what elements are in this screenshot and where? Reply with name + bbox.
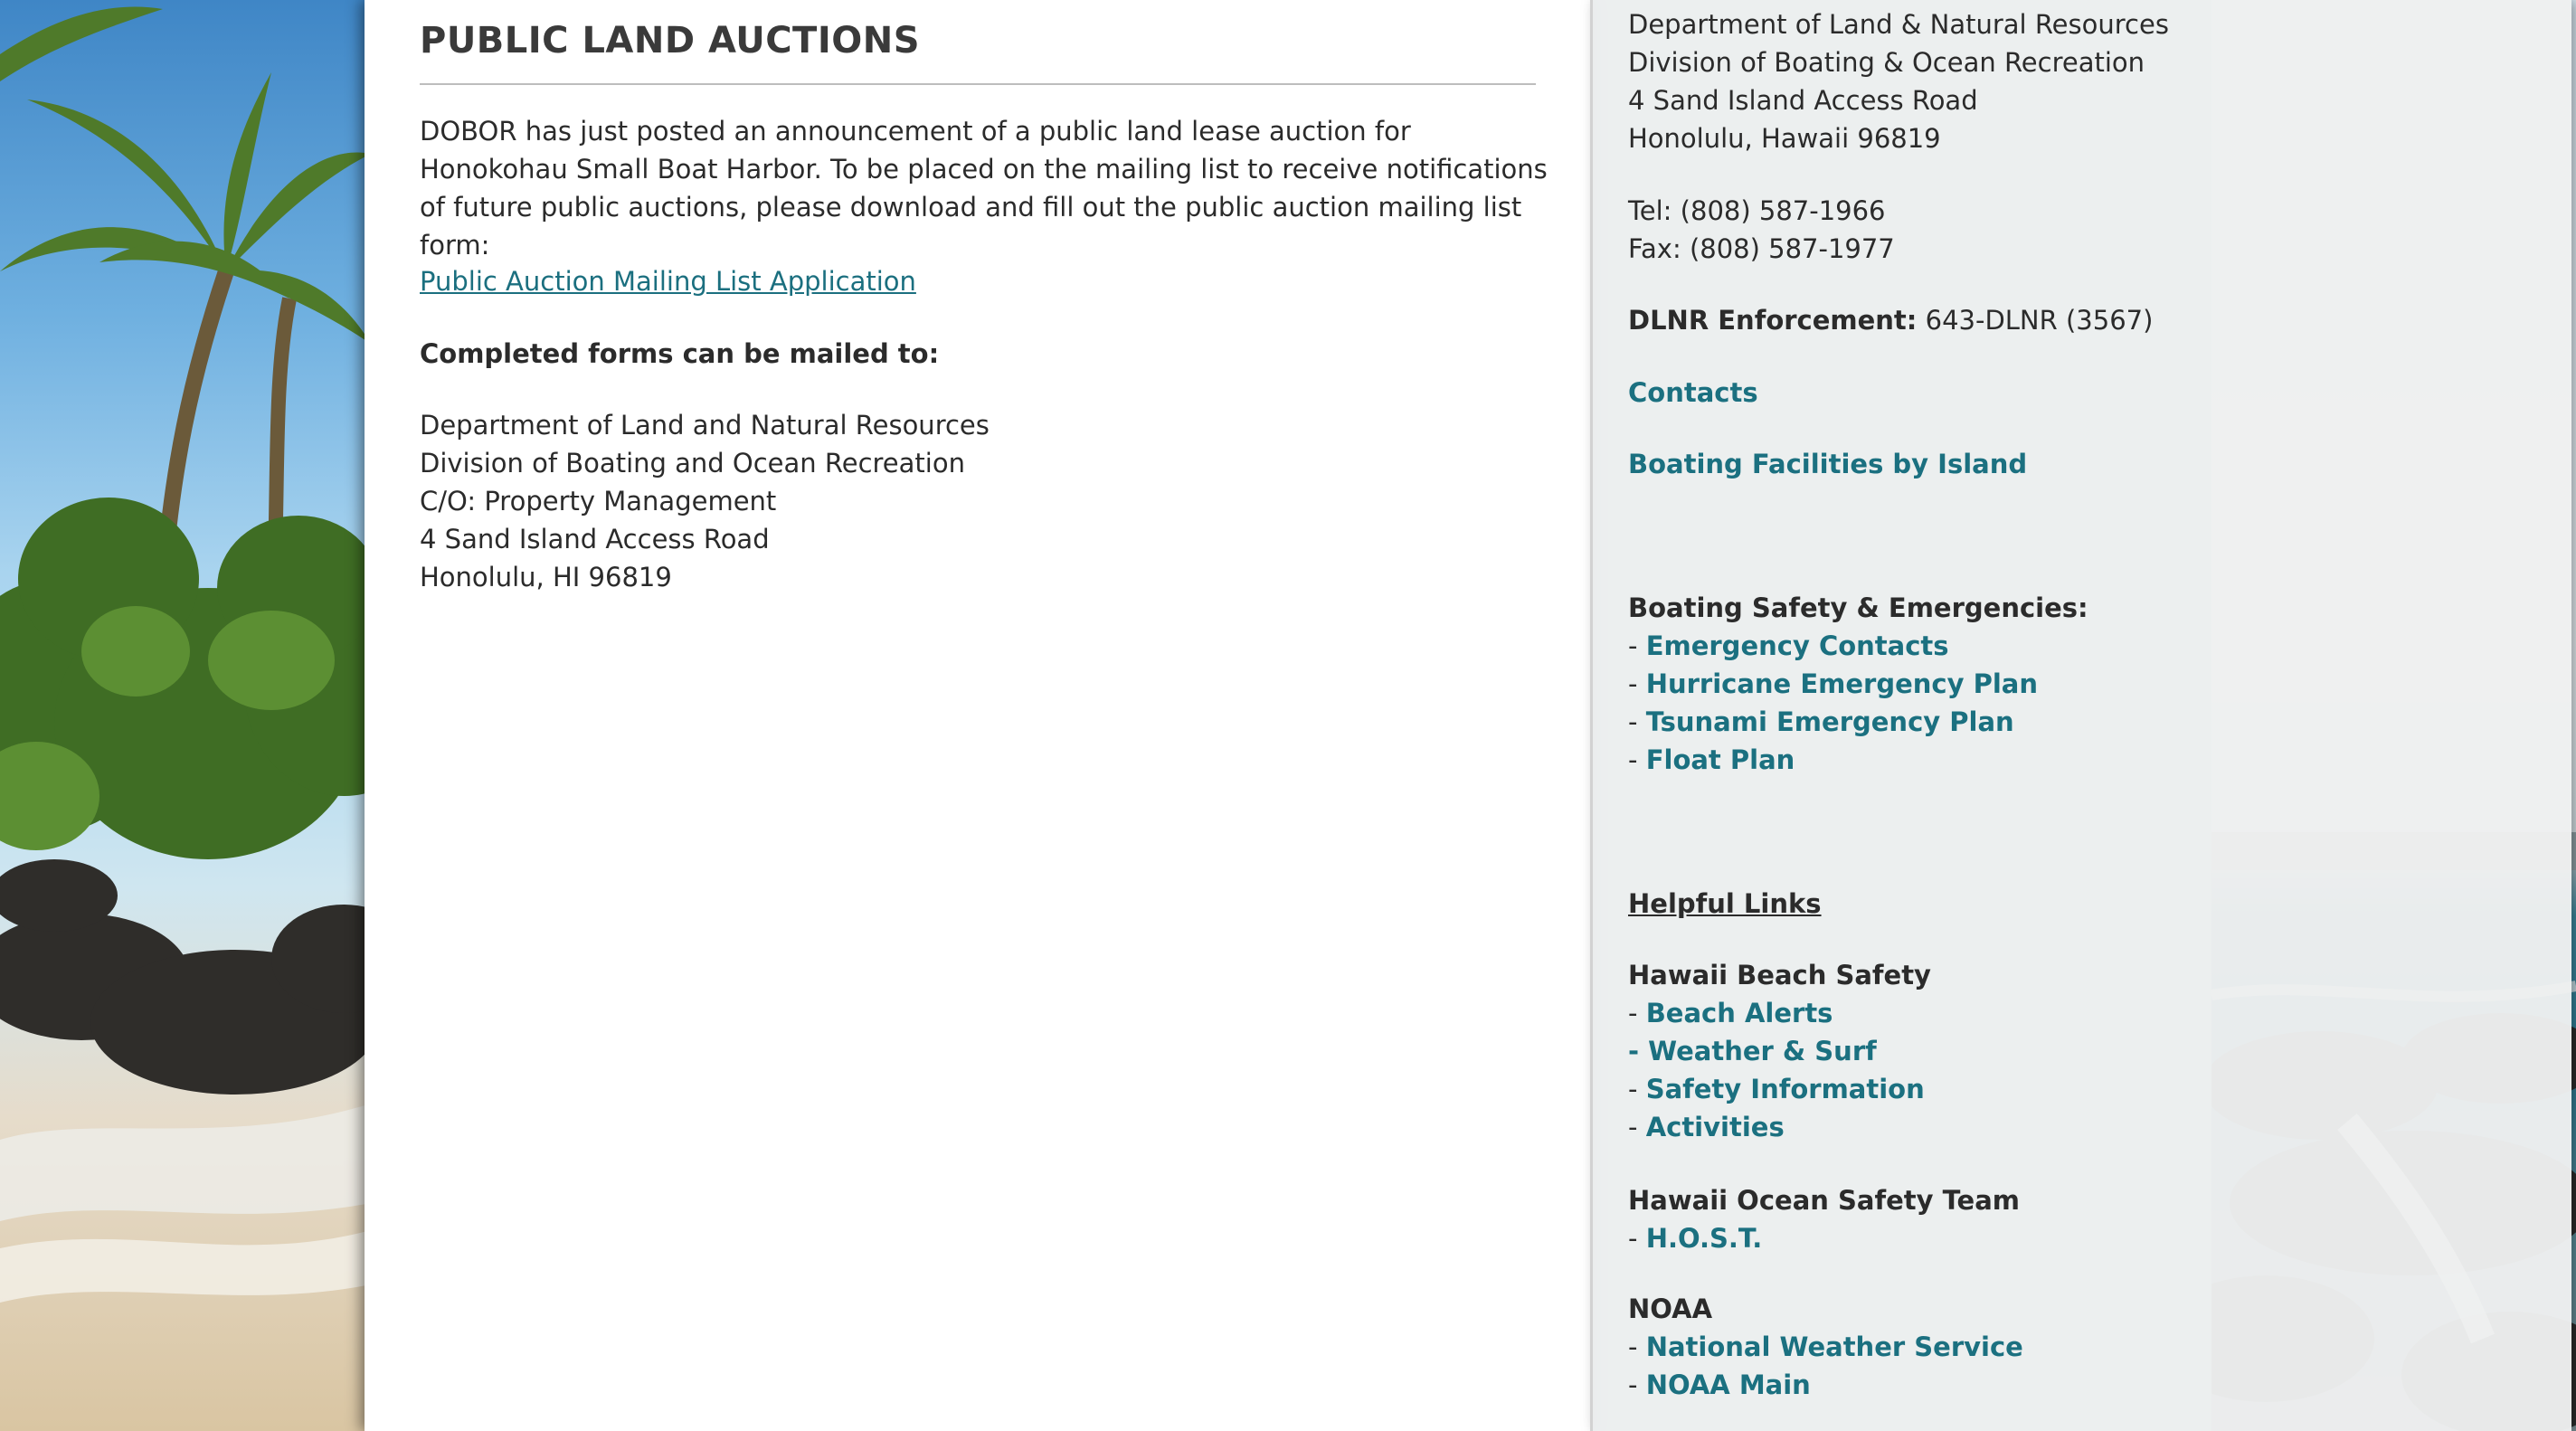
sidebar-address: Department of Land & Natural Resources D… bbox=[1628, 5, 2169, 157]
sidebar-address-line: Department of Land & Natural Resources bbox=[1628, 9, 2169, 40]
sidebar-address-line: 4 Sand Island Access Road bbox=[1628, 85, 1978, 116]
list-item: - Weather & Surf bbox=[1628, 1032, 1931, 1070]
dash: - bbox=[1628, 1223, 1646, 1254]
list-item: - Safety Information bbox=[1628, 1070, 1931, 1108]
emergency-contacts-link[interactable]: Emergency Contacts bbox=[1646, 630, 1949, 661]
helpful-links-heading: Helpful Links bbox=[1628, 888, 1822, 919]
float-plan-link[interactable]: Float Plan bbox=[1646, 744, 1795, 775]
dash: - bbox=[1628, 998, 1646, 1028]
sidebar-address-line: Division of Boating & Ocean Recreation bbox=[1628, 47, 2145, 78]
background-palm-beach-image bbox=[0, 0, 371, 1431]
beach-safety-heading: Hawaii Beach Safety bbox=[1628, 960, 1931, 990]
list-item: - Emergency Contacts bbox=[1628, 627, 2088, 665]
hurricane-plan-link[interactable]: Hurricane Emergency Plan bbox=[1646, 668, 2038, 699]
list-item: - Activities bbox=[1628, 1108, 1931, 1146]
address-line: Division of Boating and Ocean Recreation bbox=[420, 448, 965, 479]
national-weather-service-link[interactable]: National Weather Service bbox=[1646, 1331, 2023, 1362]
beach-alerts-link[interactable]: Beach Alerts bbox=[1646, 998, 1833, 1028]
dash: - bbox=[1628, 1369, 1646, 1400]
enforcement-number: 643-DLNR (3567) bbox=[1917, 305, 2154, 336]
safety-information-link[interactable]: Safety Information bbox=[1646, 1074, 1925, 1104]
beach-safety-section: Hawaii Beach Safety - Beach Alerts - Wea… bbox=[1628, 956, 1931, 1146]
enforcement-line: DLNR Enforcement: 643-DLNR (3567) bbox=[1628, 301, 2153, 339]
sidebar-address-line: Honolulu, Hawaii 96819 bbox=[1628, 123, 1941, 154]
list-item: - National Weather Service bbox=[1628, 1328, 2023, 1366]
host-link[interactable]: H.O.S.T. bbox=[1646, 1223, 1763, 1254]
sidebar-phone: Tel: (808) 587-1966 Fax: (808) 587-1977 bbox=[1628, 192, 1895, 268]
list-item: - Hurricane Emergency Plan bbox=[1628, 665, 2088, 703]
list-item: - Beach Alerts bbox=[1628, 994, 1931, 1032]
tsunami-plan-link[interactable]: Tsunami Emergency Plan bbox=[1646, 706, 2014, 737]
dash: - bbox=[1628, 744, 1646, 775]
dash: - bbox=[1628, 668, 1646, 699]
list-item: - H.O.S.T. bbox=[1628, 1219, 2020, 1257]
noaa-section: NOAA - National Weather Service - NOAA M… bbox=[1628, 1290, 2023, 1404]
mailing-list-application-link[interactable]: Public Auction Mailing List Application bbox=[420, 262, 916, 300]
noaa-main-link[interactable]: NOAA Main bbox=[1646, 1369, 1811, 1400]
dash: - bbox=[1628, 1074, 1646, 1104]
list-item: - Tsunami Emergency Plan bbox=[1628, 703, 2088, 741]
dash: - bbox=[1628, 1331, 1646, 1362]
boating-facilities-link[interactable]: Boating Facilities by Island bbox=[1628, 449, 2027, 479]
activities-link[interactable]: Activities bbox=[1646, 1112, 1785, 1142]
mailing-address: Department of Land and Natural Resources… bbox=[420, 406, 990, 596]
weather-surf-link[interactable]: Weather & Surf bbox=[1648, 1036, 1877, 1066]
address-line: Department of Land and Natural Resources bbox=[420, 410, 990, 441]
tel-line: Tel: (808) 587-1966 bbox=[1628, 195, 1886, 226]
noaa-heading: NOAA bbox=[1628, 1294, 1713, 1324]
content-panel: PUBLIC LAND AUCTIONS DOBOR has just post… bbox=[365, 0, 1591, 1431]
page-title: PUBLIC LAND AUCTIONS bbox=[420, 20, 921, 62]
dash: - bbox=[1628, 1112, 1646, 1142]
dash: - bbox=[1628, 630, 1646, 661]
address-line: Honolulu, HI 96819 bbox=[420, 562, 672, 592]
list-item: - Float Plan bbox=[1628, 741, 2088, 779]
main-content: PUBLIC LAND AUCTIONS DOBOR has just post… bbox=[365, 0, 1590, 1431]
dash: - bbox=[1628, 706, 1646, 737]
address-line: C/O: Property Management bbox=[420, 486, 777, 516]
address-line: 4 Sand Island Access Road bbox=[420, 524, 770, 554]
contacts-link[interactable]: Contacts bbox=[1628, 377, 1758, 408]
dash: - bbox=[1628, 1036, 1649, 1066]
mail-heading: Completed forms can be mailed to: bbox=[420, 338, 940, 369]
list-item: - NOAA Main bbox=[1628, 1366, 2023, 1404]
host-section: Hawaii Ocean Safety Team - H.O.S.T. bbox=[1628, 1181, 2020, 1257]
safety-heading: Boating Safety & Emergencies: bbox=[1628, 592, 2088, 623]
title-divider bbox=[420, 83, 1536, 85]
host-heading: Hawaii Ocean Safety Team bbox=[1628, 1185, 2020, 1216]
boating-safety-section: Boating Safety & Emergencies: - Emergenc… bbox=[1628, 589, 2088, 779]
intro-paragraph: DOBOR has just posted an announcement of… bbox=[420, 116, 1548, 261]
fax-line: Fax: (808) 587-1977 bbox=[1628, 233, 1895, 264]
enforcement-label: DLNR Enforcement: bbox=[1628, 305, 1918, 336]
